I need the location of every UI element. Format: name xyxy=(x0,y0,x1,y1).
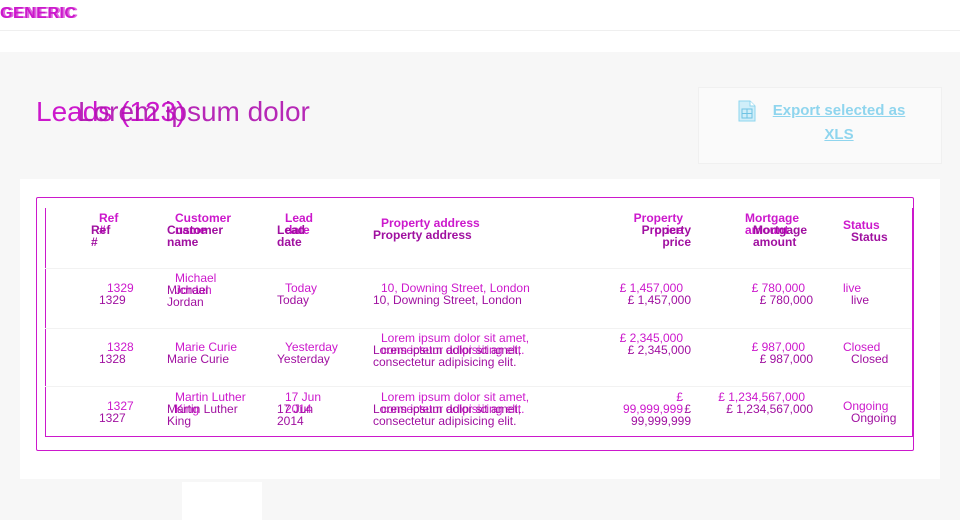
cell-lead-date: 17 Jun 2014 17 Jun 2014 xyxy=(277,390,322,428)
column-header-lead-date[interactable]: Lead date Lead date xyxy=(277,212,335,248)
cell-property-address: 10, Downing Street, London 10, Downing S… xyxy=(373,281,530,307)
cell-status: live live xyxy=(843,281,870,307)
column-header-property-price[interactable]: Property price Property price xyxy=(627,212,691,248)
brand-logo[interactable]: GENERIC GENERIC xyxy=(0,5,79,23)
cell-property-address: Lorem ipsum dolor sit amet, consectetur … xyxy=(373,390,530,428)
leads-table-card: Ref # Ref # Customer name Customer name … xyxy=(20,179,940,479)
cell-mortgage-amount: £ 987,000 £ 987,000 xyxy=(751,340,813,366)
row-divider xyxy=(45,268,911,269)
cell-property-price: £ 1,457,000 £ 1,457,000 xyxy=(619,281,691,307)
column-header-ref[interactable]: Ref # Ref # xyxy=(91,212,149,248)
export-xls-button[interactable]: Export selected as XLS xyxy=(698,87,942,164)
row-divider xyxy=(45,386,911,387)
page-title: Leads (123) Lorem ipsum dolor xyxy=(36,96,310,128)
cell-lead-date: Today Today xyxy=(277,281,318,307)
spreadsheet-file-icon xyxy=(738,100,756,122)
leads-table: Ref # Ref # Customer name Customer name … xyxy=(36,197,914,451)
cell-ref: 1328 1328 xyxy=(99,340,134,366)
page-title-overlay: Lorem ipsum dolor xyxy=(78,96,310,127)
cell-property-price: £ 99,999,999 £ 99,999,999 xyxy=(622,390,691,428)
cell-customer-name: Martin Luther King Martin Luther King xyxy=(167,390,246,428)
column-header-mortgage-amount[interactable]: Mortgage amount Mortgage amount xyxy=(745,212,815,248)
export-xls-link[interactable]: Export selected as XLS xyxy=(769,99,909,147)
row-divider xyxy=(45,328,911,329)
cell-ref: 1327 1327 xyxy=(99,399,134,425)
column-header-status[interactable]: Status Status xyxy=(843,219,888,243)
cell-status: Closed Closed xyxy=(843,340,889,366)
cell-mortgage-amount: £ 780,000 £ 780,000 xyxy=(751,281,813,307)
page-header: Leads (123) Lorem ipsum dolor Export sel… xyxy=(0,82,960,182)
footer-tab xyxy=(182,482,262,520)
column-header-property-address[interactable]: Property address Property address xyxy=(373,217,480,241)
cell-status: Ongoing Ongoing xyxy=(843,399,897,425)
top-navigation-bar: GENERIC GENERIC xyxy=(0,0,960,31)
cell-customer-name: Michael Jordan Michael Jordan xyxy=(167,271,217,309)
cell-customer-name: Marie Curie Marie Curie xyxy=(167,340,238,366)
cell-mortgage-amount: £ 1,234,567,000 £ 1,234,567,000 xyxy=(718,390,813,416)
cell-lead-date: Yesterday Yesterday xyxy=(277,340,338,366)
column-header-customer-name[interactable]: Customer name Customer name xyxy=(167,212,247,248)
page-content: Leads (123) Lorem ipsum dolor Export sel… xyxy=(0,52,960,520)
cell-ref: 1329 1329 xyxy=(99,281,134,307)
cell-property-price: £ 2,345,000 £ 2,345,000 xyxy=(619,331,691,357)
brand-name-ghost: GENERIC xyxy=(2,5,79,22)
cell-property-address: Lorem ipsum dolor sit amet, consectetur … xyxy=(373,331,530,369)
